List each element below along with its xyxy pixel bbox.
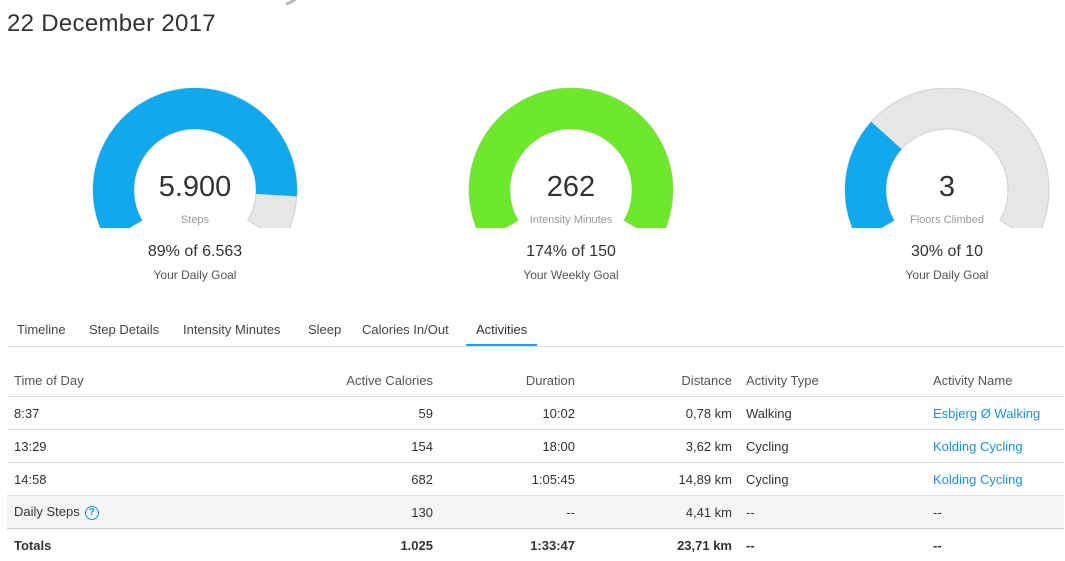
tab-activities[interactable]: Activities <box>466 314 537 346</box>
floors-gauge[interactable]: 3 Floors Climbed 30% of 10 Your Daily Go… <box>842 88 1052 228</box>
totals-activity-type: -- <box>739 529 926 561</box>
col-time-of-day[interactable]: Time of Day <box>7 364 167 397</box>
cell-activity-type: Walking <box>739 397 926 430</box>
cell-distance: 14,89 km <box>582 463 739 496</box>
cell-distance: 0,78 km <box>582 397 739 430</box>
logo-fragment-icon <box>284 0 302 6</box>
tab-intensity-minutes[interactable]: Intensity Minutes <box>173 314 291 345</box>
cell-activity-name: -- <box>926 496 1064 529</box>
daily-steps-row: Daily Steps? 130 -- 4,41 km -- -- <box>7 496 1064 529</box>
cell-calories: 682 <box>167 463 440 496</box>
totals-calories: 1.025 <box>167 529 440 561</box>
cell-time: 8:37 <box>7 397 167 430</box>
cell-calories: 130 <box>167 496 440 529</box>
col-duration[interactable]: Duration <box>440 364 582 397</box>
cell-time: 13:29 <box>7 430 167 463</box>
cell-time: 14:58 <box>7 463 167 496</box>
cell-duration: 18:00 <box>440 430 582 463</box>
cell-duration: -- <box>440 496 582 529</box>
table-row[interactable]: 14:58 682 1:05:45 14,89 km Cycling Koldi… <box>7 463 1064 496</box>
intensity-value: 262 <box>466 171 676 204</box>
totals-duration: 1:33:47 <box>440 529 582 561</box>
totals-label: Totals <box>7 529 167 561</box>
help-icon[interactable]: ? <box>85 506 99 520</box>
steps-value: 5.900 <box>90 171 300 204</box>
cell-calories: 154 <box>167 430 440 463</box>
floors-label: Floors Climbed <box>842 214 1052 226</box>
table-row[interactable]: 8:37 59 10:02 0,78 km Walking Esbjerg Ø … <box>7 397 1064 430</box>
daily-steps-cell: Daily Steps? <box>7 496 167 529</box>
activity-name-link[interactable]: Kolding Cycling <box>926 463 1064 496</box>
totals-row: Totals 1.025 1:33:47 23,71 km -- -- <box>7 529 1064 561</box>
totals-activity-name: -- <box>926 529 1064 561</box>
cell-activity-type: Cycling <box>739 463 926 496</box>
steps-gauge-chart <box>90 88 300 228</box>
col-activity-type[interactable]: Activity Type <box>739 364 926 397</box>
tab-step-details[interactable]: Step Details <box>79 314 169 345</box>
cell-calories: 59 <box>167 397 440 430</box>
steps-goal-label: Your Daily Goal <box>90 268 300 282</box>
col-active-calories[interactable]: Active Calories <box>167 364 440 397</box>
steps-label: Steps <box>90 214 300 226</box>
activity-name-link[interactable]: Esbjerg Ø Walking <box>926 397 1064 430</box>
cell-duration: 10:02 <box>440 397 582 430</box>
totals-distance: 23,71 km <box>582 529 739 561</box>
floors-gauge-chart <box>842 88 1052 228</box>
activity-name-link[interactable]: Kolding Cycling <box>926 430 1064 463</box>
floors-goal-label: Your Daily Goal <box>842 268 1052 282</box>
gauge-progress <box>469 88 673 228</box>
intensity-goal-label: Your Weekly Goal <box>466 268 676 282</box>
table-header-row: Time of Day Active Calories Duration Dis… <box>7 364 1064 397</box>
cell-activity-type: -- <box>739 496 926 529</box>
col-activity-name[interactable]: Activity Name <box>926 364 1064 397</box>
floors-value: 3 <box>842 171 1052 204</box>
daily-steps-label: Daily Steps <box>14 504 80 519</box>
steps-gauge[interactable]: 5.900 Steps 89% of 6.563 Your Daily Goal <box>90 88 300 228</box>
cell-duration: 1:05:45 <box>440 463 582 496</box>
tab-calories-in-out[interactable]: Calories In/Out <box>352 314 459 345</box>
intensity-gauge-chart <box>466 88 676 228</box>
tab-bar: Timeline Step Details Intensity Minutes … <box>7 314 1064 347</box>
cell-distance: 3,62 km <box>582 430 739 463</box>
cell-activity-type: Cycling <box>739 430 926 463</box>
steps-goal-percent: 89% of 6.563 <box>90 243 300 261</box>
activities-table: Time of Day Active Calories Duration Dis… <box>7 364 1064 561</box>
col-distance[interactable]: Distance <box>582 364 739 397</box>
page-title: 22 December 2017 <box>7 10 216 38</box>
intensity-goal-percent: 174% of 150 <box>466 243 676 261</box>
cell-distance: 4,41 km <box>582 496 739 529</box>
tab-sleep[interactable]: Sleep <box>298 314 351 345</box>
intensity-gauge[interactable]: 262 Intensity Minutes 174% of 150 Your W… <box>466 88 676 228</box>
floors-goal-percent: 30% of 10 <box>842 243 1052 261</box>
intensity-label: Intensity Minutes <box>466 214 676 226</box>
table-row[interactable]: 13:29 154 18:00 3,62 km Cycling Kolding … <box>7 430 1064 463</box>
tab-timeline[interactable]: Timeline <box>7 314 76 345</box>
